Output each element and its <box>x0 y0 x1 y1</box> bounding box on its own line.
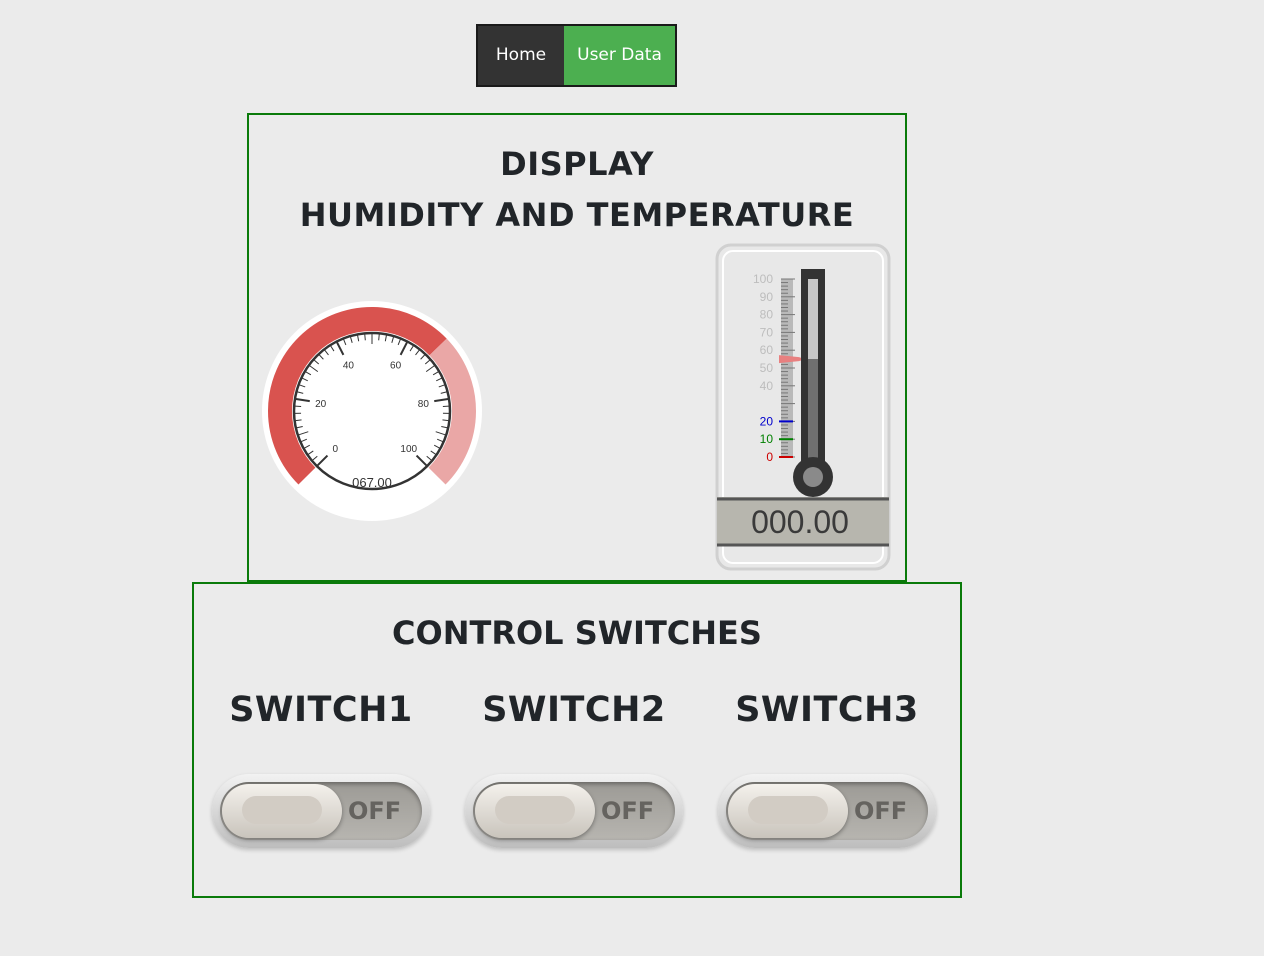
gauge-dial <box>292 331 452 491</box>
temperature-thermometer: 10090807060504020100 000.00 <box>715 243 891 571</box>
gauge-tick-label: 40 <box>343 361 355 372</box>
display-subtitle: HUMIDITY AND TEMPERATURE <box>299 196 855 234</box>
display-title: DISPLAY <box>500 145 654 183</box>
top-navbar: Home User Data <box>476 24 677 87</box>
nav-user-data-link[interactable]: User Data <box>564 26 675 85</box>
thermometer-scale-label: 50 <box>760 361 774 375</box>
gauge-tick-label: 60 <box>390 361 402 372</box>
display-panel: DISPLAY HUMIDITY AND TEMPERATURE 0 20 40 60… <box>247 113 907 582</box>
switch3-state: OFF <box>854 797 908 825</box>
control-title: CONTROL SWITCHES <box>392 614 762 652</box>
gauge-tick <box>364 334 366 341</box>
switch3-knob[interactable] <box>728 784 848 838</box>
switch2-toggle[interactable]: OFF <box>465 774 683 848</box>
switch2-state: OFF <box>601 797 655 825</box>
gauge-tick-label: 20 <box>315 399 327 410</box>
switch2-column: SWITCH2 OFF <box>459 690 689 848</box>
gauge-tick-label: 80 <box>418 399 430 410</box>
control-panel: CONTROL SWITCHES SWITCH1 OFF SWITCH2 OFF… <box>192 582 962 898</box>
thermometer-scale-label: 10 <box>760 432 774 446</box>
switch2-knob[interactable] <box>475 784 595 838</box>
gauge-tick-label: 0 <box>332 444 338 455</box>
thermometer-scale-label: 100 <box>753 272 773 286</box>
thermometer-scale-label: 80 <box>760 308 774 322</box>
thermometer-mercury <box>808 359 818 469</box>
switch3-column: SWITCH3 OFF <box>712 690 942 848</box>
switch1-label: SWITCH1 <box>229 690 413 730</box>
thermometer-scale-label: 0 <box>766 450 773 464</box>
switch1-knob[interactable] <box>222 784 342 838</box>
thermometer-tube-empty <box>808 279 818 359</box>
humidity-gauge: 0 20 40 60 80 100 067.00 <box>262 301 482 521</box>
gauge-value-readout: 067.00 <box>352 475 392 490</box>
switch1-column: SWITCH1 OFF <box>206 690 436 848</box>
thermometer-scale-label: 90 <box>760 290 774 304</box>
thermometer-scale-label: 70 <box>760 325 774 339</box>
switch3-toggle[interactable]: OFF <box>718 774 936 848</box>
thermometer-scale-label: 60 <box>760 343 774 357</box>
switch1-state: OFF <box>348 797 402 825</box>
switch3-label: SWITCH3 <box>735 690 919 730</box>
thermometer-scale-label: 40 <box>760 379 774 393</box>
switch1-toggle[interactable]: OFF <box>212 774 430 848</box>
gauge-tick-label: 100 <box>400 444 417 455</box>
nav-home-link[interactable]: Home <box>478 26 564 85</box>
thermometer-value-readout: 000.00 <box>751 504 849 540</box>
switch2-label: SWITCH2 <box>482 690 666 730</box>
thermometer-scale-label: 20 <box>760 414 774 428</box>
gauge-tick <box>378 334 380 341</box>
